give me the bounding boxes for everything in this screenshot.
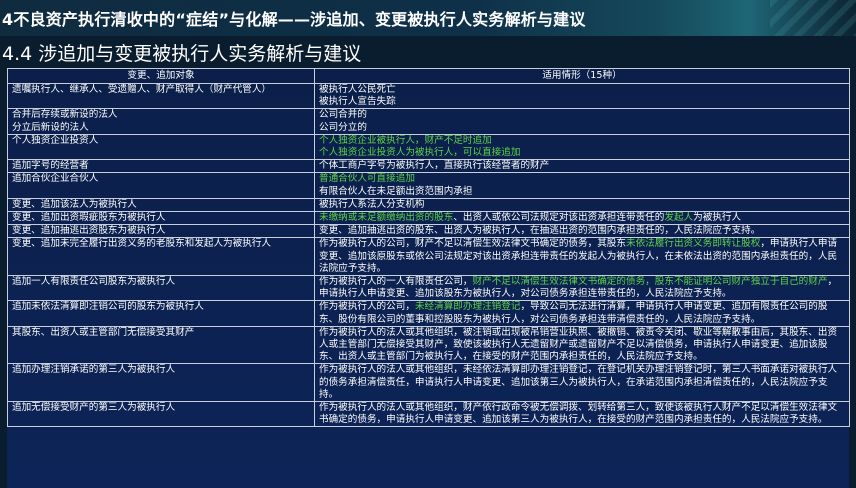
cases-cell: 作为被执行人的公司，未经清算即办理注销登记，导致公司无法进行清算，申请执行人申请… xyxy=(314,300,850,327)
highlighted-text: 未依法履行出资义务即转让股权 xyxy=(626,238,761,250)
object-text: 变更、追加该法人为被执行人 xyxy=(12,198,137,210)
case-text: 变更、追加抽逃出资的股东、出资人为被执行人，在抽逃出资的范围内承担责任的，人民法… xyxy=(319,225,761,237)
table-row: 合并后存续或新设的法人 分立后新设的法人 公司合并的 公司分立的 xyxy=(7,108,850,135)
case-text-segment: 作为被执行人的一人有限责任公司， xyxy=(319,276,473,288)
highlighted-text: 个人独资企业被执行人，财产不足时追加 xyxy=(319,134,492,146)
section-heading: 4.4 涉追加与变更被执行人实务解析与建议 xyxy=(2,43,362,65)
object-cell: 变更、追加出资瑕疵股东为被执行人 xyxy=(7,211,315,226)
object-text: 追加字号的经营者 xyxy=(12,160,89,172)
cases-cell: 个人独资企业被执行人，财产不足时追加 个人独资企业投资人为被执行人，可以直接追加 xyxy=(314,133,850,161)
object-text: 合并后存续或新设的法人 xyxy=(12,109,118,121)
table-container: 变更、追加对象 适用情形（15种） 遗嘱执行人、继承人、受遗赠人、财产取得人（财… xyxy=(7,68,850,488)
object-cell: 合并后存续或新设的法人 分立后新设的法人 xyxy=(7,108,315,135)
case-text-segment: 作为被执行人的公司， xyxy=(319,301,415,313)
highlighted-text: 未缴纳或未足额缴纳出资的股东 xyxy=(319,212,454,224)
case-text: 有限合伙人在未足额出资范围内承担 xyxy=(319,185,473,197)
object-cell: 追加无偿接受财产的第三人为被执行人 xyxy=(7,401,315,428)
table-row: 变更、追加抽逃出资股东为被执行人 变更、追加抽逃出资的股东、出资人为被执行人，在抽… xyxy=(7,224,850,239)
object-text: 变更、追加抽逃出资股东为被执行人 xyxy=(12,225,166,237)
object-cell: 追加字号的经营者 xyxy=(7,159,315,174)
case-text: 作为被执行人的法人或其他组织，被注销或出现被吊销营业执照、被撤销、被责令关闭、歇… xyxy=(319,326,838,363)
cases-cell: 未缴纳或未足额缴纳出资的股东、出资人或依公司法规定对该出资承担连带责任的发起人为… xyxy=(314,211,850,226)
object-cell: 其股东、出资人或主管部门无偿接受其财产 xyxy=(7,325,315,365)
title-bar: 4不良资产执行清收中的“症结”与化解——涉追加、变更被执行人实务解析与建议 xyxy=(0,0,856,36)
highlighted-text: 发起人 xyxy=(664,212,694,224)
highlighted-text: 个人独资企业投资人为被执行人，可以直接追加 xyxy=(319,147,521,159)
table-row: 追加一人有限责任公司股东为被执行人 作为被执行人的一人有限责任公司，财产不足以清偿… xyxy=(7,275,850,302)
object-text: 分立后新设的法人 xyxy=(12,121,89,133)
case-text: 被执行人公民死亡 xyxy=(319,84,396,95)
object-text: 变更、追加出资瑕疵股东为被执行人 xyxy=(12,212,166,224)
cases-cell: 作为被执行人的法人或其他组织，财产依行政命令被无偿调拨、划转给第三人，致使该被执… xyxy=(314,401,850,428)
table-body: 遗嘱执行人、继承人、受遗赠人、财产取得人（财产代管人） 被执行人公民死亡 被执行人宣… xyxy=(7,82,850,428)
object-text: 追加未依法清算即注销公司的股东为被执行人 xyxy=(12,301,204,313)
case-text: 未缴纳或未足额缴纳出资的股东、出资人或依公司法规定对该出资承担连带责任的发起人为… xyxy=(319,212,845,224)
header-object: 变更、追加对象 xyxy=(7,68,315,84)
object-text: 遗嘱执行人、继承人、受遗赠人、财产取得人（财产代管人） xyxy=(12,84,272,95)
cases-cell: 变更、追加抽逃出资的股东、出资人为被执行人，在抽逃出资的范围内承担责任的，人民法… xyxy=(314,224,850,239)
case-text: 公司分立的 xyxy=(319,121,367,133)
case-text: 被执行人宣告失踪 xyxy=(319,96,396,108)
object-text: 变更、追加未完全履行出资义务的老股东和发起人为被执行人 xyxy=(12,238,272,250)
cases-cell: 被执行人公民死亡 被执行人宣告失踪 xyxy=(314,82,850,110)
case-text: 公司合并的 xyxy=(319,109,367,121)
table-row: 遗嘱执行人、继承人、受遗赠人、财产取得人（财产代管人） 被执行人公民死亡 被执行人宣… xyxy=(7,82,850,110)
object-cell: 变更、追加抽逃出资股东为被执行人 xyxy=(7,224,315,239)
table-row: 追加未依法清算即注销公司的股东为被执行人 作为被执行人的公司，未经清算即办理注销登… xyxy=(7,300,850,327)
table-row: 变更、追加未完全履行出资义务的老股东和发起人为被执行人 作为被执行人的公司，财产不… xyxy=(7,237,850,277)
table-row: 变更、追加该法人为被执行人 被执行人系法人分支机构 xyxy=(7,197,850,213)
highlighted-text: 未经清算即办理注销登记 xyxy=(414,301,521,313)
object-text: 个人独资企业投资人 xyxy=(12,134,99,146)
table-row: 追加字号的经营者 个体工商户字号为被执行人，直接执行该经营者的财产 xyxy=(7,159,850,174)
table-row: 个人独资企业投资人 个人独资企业被执行人，财产不足时追加 个人独资企业投资人为被执行… xyxy=(7,133,850,161)
cases-cell: 个体工商户字号为被执行人，直接执行该经营者的财产 xyxy=(314,159,850,174)
object-cell: 追加一人有限责任公司股东为被执行人 xyxy=(7,275,315,302)
object-cell: 变更、追加未完全履行出资义务的老股东和发起人为被执行人 xyxy=(7,237,315,277)
table-row: 追加无偿接受财产的第三人为被执行人 作为被执行人的法人或其他组织，财产依行政命令被… xyxy=(7,401,850,428)
table-row: 变更、追加出资瑕疵股东为被执行人 未缴纳或未足额缴纳出资的股东、出资人或依公司法规… xyxy=(7,211,850,226)
case-text: 作为被执行人的公司，未经清算即办理注销登记，导致公司无法进行清算，申请执行人申请… xyxy=(319,301,845,325)
case-text: 个体工商户字号为被执行人，直接执行该经营者的财产 xyxy=(319,160,550,172)
table-row: 其股东、出资人或主管部门无偿接受其财产 作为被执行人的法人或其他组织，被注销或出现… xyxy=(7,325,850,365)
slide-title: 4不良资产执行清收中的“症结”与化解——涉追加、变更被执行人实务解析与建议 xyxy=(2,10,586,29)
case-text-segment: 、出资人或依公司法规定对该出资承担连带责任的 xyxy=(453,212,665,224)
object-text: 追加合伙企业合伙人 xyxy=(12,173,99,185)
highlighted-text: 普通合伙人可直接追加 xyxy=(319,173,415,185)
cases-cell: 普通合伙人可直接追加 有限合伙人在未足额出资范围内承担 xyxy=(314,172,850,199)
object-cell: 追加合伙企业合伙人 xyxy=(7,172,315,199)
object-text: 其股东、出资人或主管部门无偿接受其财产 xyxy=(12,326,195,338)
object-text: 追加无偿接受财产的第三人为被执行人 xyxy=(12,402,176,414)
object-cell: 追加办理注销承诺的第三人为被执行人 xyxy=(7,363,315,403)
cases-cell: 被执行人系法人分支机构 xyxy=(314,197,850,213)
case-text: 作为被执行人的一人有限责任公司，财产不足以清偿生效法律文书确定的债务，股东不能证… xyxy=(319,276,845,300)
object-cell: 遗嘱执行人、继承人、受遗赠人、财产取得人（财产代管人） xyxy=(7,82,315,110)
object-cell: 个人独资企业投资人 xyxy=(7,133,315,161)
case-text: 作为被执行人的法人或其他组织，未经依法清算即办理注销登记，在登记机关办理注销登记… xyxy=(319,364,838,400)
case-text: 作为被执行人的公司，财产不足以清偿生效法律文书确定的债务，其股东未依法履行出资义… xyxy=(319,238,845,275)
highlighted-text: 财产不足以清偿生效法律文书确定的债务，股东不能证明公司财产独立于自己的财产 xyxy=(472,276,828,288)
rules-table: 变更、追加对象 适用情形（15种） 遗嘱执行人、继承人、受遗赠人、财产取得人（财… xyxy=(7,68,850,428)
object-text: 追加办理注销承诺的第三人为被执行人 xyxy=(12,364,176,376)
header-cases: 适用情形（15种） xyxy=(314,68,850,84)
case-text-segment: 作为被执行人的公司，财产不足以清偿生效法律文书确定的债务，其股东 xyxy=(319,238,626,250)
object-text: 追加一人有限责任公司股东为被执行人 xyxy=(12,276,176,288)
case-text-segment: 为被执行人 xyxy=(693,212,742,224)
case-text: 作为被执行人的法人或其他组织，财产依行政命令被无偿调拨、划转给第三人，致使该被执… xyxy=(319,402,838,426)
title-stripe-decoration xyxy=(770,0,856,36)
cases-cell: 公司合并的 公司分立的 xyxy=(314,108,850,135)
table-row: 追加办理注销承诺的第三人为被执行人 作为被执行人的法人或其他组织，未经依法清算即办… xyxy=(7,363,850,403)
object-cell: 变更、追加该法人为被执行人 xyxy=(7,197,315,213)
case-text: 被执行人系法人分支机构 xyxy=(319,198,425,210)
cases-cell: 作为被执行人的法人或其他组织，未经依法清算即办理注销登记，在登记机关办理注销登记… xyxy=(314,363,850,403)
table-row: 追加合伙企业合伙人 普通合伙人可直接追加 有限合伙人在未足额出资范围内承担 xyxy=(7,172,850,199)
cases-cell: 作为被执行人的法人或其他组织，被注销或出现被吊销营业执照、被撤销、被责令关闭、歇… xyxy=(314,325,850,365)
table-header-row: 变更、追加对象 适用情形（15种） xyxy=(7,68,850,84)
cases-cell: 作为被执行人的公司，财产不足以清偿生效法律文书确定的债务，其股东未依法履行出资义… xyxy=(314,237,850,277)
cases-cell: 作为被执行人的一人有限责任公司，财产不足以清偿生效法律文书确定的债务，股东不能证… xyxy=(314,275,850,302)
object-cell: 追加未依法清算即注销公司的股东为被执行人 xyxy=(7,300,315,327)
